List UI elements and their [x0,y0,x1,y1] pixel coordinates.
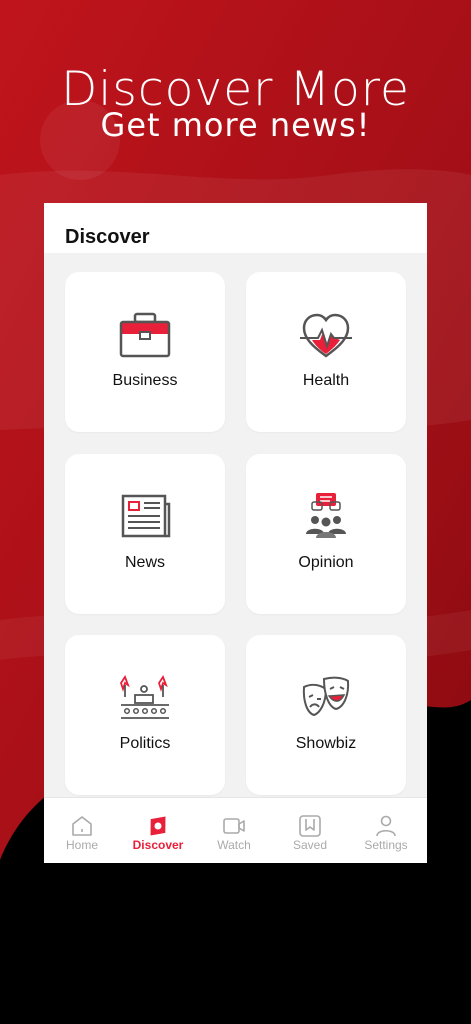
category-label: Opinion [298,554,354,571]
category-card-opinion[interactable]: Opinion [246,454,406,614]
category-label: Showbiz [295,735,357,752]
heart-pulse-icon [300,313,352,358]
tab-saved[interactable]: Saved [272,798,348,863]
category-card-news[interactable]: News [65,454,225,614]
tab-discover[interactable]: Discover [120,798,196,863]
category-label: Business [112,372,178,389]
podium-crowd-icon [120,675,169,719]
briefcase-icon [119,312,171,358]
category-label: News [124,554,165,571]
category-label: Politics [119,735,171,752]
tab-label: Discover [132,838,184,852]
app-header: Discover [44,203,427,253]
category-label: Health [302,372,350,389]
person-icon [376,815,396,837]
tab-settings[interactable]: Settings [348,798,424,863]
bottom-tab-bar: Home Discover Watch Saved Settings [44,797,427,863]
tab-label: Home [65,838,98,852]
hero-subtitle: Get more news! [100,106,371,144]
category-card-showbiz[interactable]: Showbiz [246,635,406,795]
theater-masks-icon [302,676,350,717]
people-chat-icon [306,493,346,538]
bookmark-icon [299,815,321,837]
tab-watch[interactable]: Watch [196,798,272,863]
tab-label: Settings [364,838,408,852]
category-card-politics[interactable]: Politics [65,635,225,795]
tab-label: Watch [217,838,251,852]
home-icon [72,816,92,836]
video-icon [223,818,245,834]
category-card-business[interactable]: Business [65,272,225,432]
discover-icon [150,816,166,836]
tab-label: Saved [292,838,328,852]
newspaper-icon [121,494,171,538]
tab-home[interactable]: Home [44,798,120,863]
category-card-health[interactable]: Health [246,272,406,432]
page-title: Discover [65,226,150,248]
app-screen: Discover Business Health News Opinion Po… [44,203,427,863]
